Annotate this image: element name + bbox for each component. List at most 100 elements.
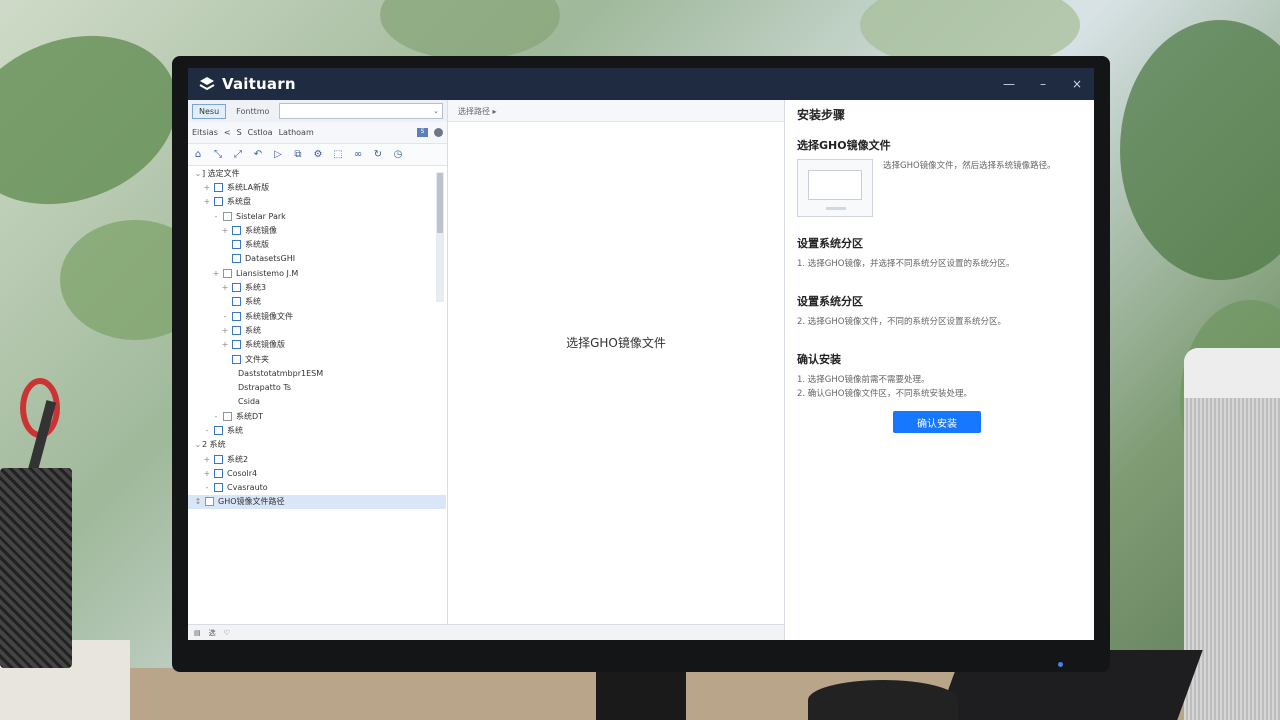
tree-checkbox[interactable] [232, 283, 241, 293]
tree-row[interactable]: - Sistelar Park [188, 209, 446, 223]
tree-row[interactable]: - 系统DT [188, 409, 446, 423]
tree-row[interactable]: + 系统3 [188, 280, 446, 294]
tree-label: 系统镜像 [245, 225, 277, 235]
expander-icon[interactable]: + [203, 183, 211, 192]
expander-icon[interactable]: - [212, 412, 220, 421]
tree-checkbox[interactable] [214, 454, 223, 464]
tree-checkbox[interactable] [205, 497, 214, 507]
tree-checkbox[interactable] [232, 340, 241, 350]
tree-checkbox[interactable] [223, 268, 232, 278]
home-icon[interactable]: ⌂ [192, 149, 204, 161]
tree-row[interactable]: 系统版 [188, 237, 446, 251]
tree-row[interactable]: Dstrapatto Ts [188, 380, 446, 394]
tree-checkbox[interactable] [232, 297, 241, 307]
close-button[interactable]: × [1070, 77, 1084, 91]
tree-row[interactable]: + Liansistemo J.M [188, 266, 446, 280]
tab-active[interactable]: Nesu [192, 103, 227, 119]
tab[interactable]: Fonttmo [232, 105, 273, 118]
expander-icon[interactable]: + [212, 269, 220, 278]
tree-row[interactable]: 文件夹 [188, 352, 446, 366]
expander-icon[interactable]: ⌄ [194, 169, 202, 178]
toolbar-item[interactable]: Cstloa [248, 128, 273, 137]
tree-checkbox[interactable] [232, 311, 241, 321]
tree-row[interactable]: ⌄] 选定文件 [188, 166, 446, 180]
info-icon[interactable] [434, 128, 443, 137]
expander-icon[interactable]: ⌄ [194, 440, 202, 449]
tree-row[interactable]: - Cvasrauto [188, 481, 446, 495]
select-icon[interactable]: ⬚ [332, 149, 344, 161]
expander-icon[interactable]: ↕ [194, 497, 202, 506]
speaker-top [1184, 348, 1280, 398]
expander-icon[interactable]: + [221, 340, 229, 349]
expander-icon[interactable]: - [212, 212, 220, 221]
undo-icon[interactable]: ↶ [252, 149, 264, 161]
settings-icon[interactable]: ⚙ [312, 149, 324, 161]
background-foliage [1120, 20, 1280, 280]
tree-row[interactable]: - 系统镜像文件 [188, 309, 446, 323]
tree-checkbox[interactable] [214, 425, 223, 435]
tree-label: GHO镜像文件路径 [218, 497, 285, 507]
expander-icon[interactable]: + [203, 197, 211, 206]
clock-icon[interactable]: ◷ [392, 149, 404, 161]
tree-row[interactable]: ↕ GHO镜像文件路径 [188, 494, 446, 510]
expander-icon[interactable]: + [203, 469, 211, 478]
tree-checkbox[interactable] [214, 468, 223, 478]
toolbar-item[interactable]: Lathoam [279, 128, 314, 137]
tree-row[interactable]: - 系统 [188, 423, 446, 437]
tree-checkbox[interactable] [223, 411, 232, 421]
tree-checkbox[interactable] [232, 240, 241, 250]
tree-row[interactable]: DatasetsGHI [188, 252, 446, 266]
tree-row[interactable]: 系统 [188, 295, 446, 309]
breadcrumb[interactable]: 选择路径 ▸ [448, 100, 784, 122]
tree-row[interactable]: Daststotatmbpr1ESM [188, 366, 446, 380]
path-combo[interactable]: ⌄ [279, 103, 443, 119]
play-icon[interactable]: ▷ [272, 149, 284, 161]
refresh-icon[interactable]: ↻ [372, 149, 384, 161]
tree-checkbox[interactable] [232, 325, 241, 335]
copy-icon[interactable]: ⧉ [292, 149, 304, 161]
tree-row[interactable]: + 系统 [188, 323, 446, 337]
tree-checkbox[interactable] [223, 211, 232, 221]
back-icon[interactable]: < [224, 128, 231, 137]
step-text: 选择GHO镜像文件，然后选择系统镜像路径。 [883, 161, 1056, 171]
expander-icon[interactable]: + [221, 326, 229, 335]
image-thumbnail[interactable] [797, 159, 873, 217]
tree-label: Cosolr4 [227, 468, 258, 478]
collapse-icon[interactable]: ⤢ [232, 149, 244, 161]
heart-icon[interactable]: ♡ [224, 629, 230, 637]
step-heading: 选择GHO镜像文件 [797, 139, 891, 152]
scrollbar-thumb[interactable] [437, 173, 443, 233]
tree-scrollbar[interactable] [436, 172, 444, 302]
tree-row[interactable]: ⌄ 2 系统 [188, 438, 446, 452]
tree-checkbox[interactable] [232, 254, 241, 264]
tree-row[interactable]: + 系统盘 [188, 195, 446, 209]
tree-row[interactable]: + Cosolr4 [188, 466, 446, 480]
monitor-stand [596, 672, 686, 720]
tree-checkbox[interactable] [214, 483, 223, 493]
badge-icon[interactable]: S [417, 128, 428, 137]
panel-tabs-row: Nesu Fonttmo ⌄ [188, 100, 447, 122]
toolbar-item[interactable]: S [237, 128, 242, 137]
expander-icon[interactable]: - [203, 426, 211, 435]
tree-row[interactable]: + 系统镜像版 [188, 338, 446, 352]
expander-icon[interactable]: + [221, 283, 229, 292]
status-icon[interactable]: ▤ [194, 629, 201, 637]
tree-row[interactable]: + 系统镜像 [188, 223, 446, 237]
confirm-install-button[interactable]: 确认安装 [893, 411, 981, 433]
tree-row[interactable]: + 系统LA新版 [188, 180, 446, 194]
tree-checkbox[interactable] [232, 354, 241, 364]
expander-icon[interactable]: - [203, 483, 211, 492]
expander-icon[interactable]: + [221, 226, 229, 235]
expand-icon[interactable]: ⤡ [212, 149, 224, 161]
tree-row[interactable]: + 系统2 [188, 452, 446, 466]
tree-checkbox[interactable] [214, 197, 223, 207]
minimize-button[interactable]: — [1002, 77, 1016, 91]
expander-icon[interactable]: + [203, 455, 211, 464]
link-icon[interactable]: ∞ [352, 149, 364, 161]
tree-checkbox[interactable] [214, 182, 223, 192]
maximize-button[interactable]: – [1036, 77, 1050, 91]
toolbar-item[interactable]: Eitsias [192, 128, 218, 137]
tree-row[interactable]: Csida [188, 395, 446, 409]
tree-checkbox[interactable] [232, 225, 241, 235]
expander-icon[interactable]: - [221, 312, 229, 321]
